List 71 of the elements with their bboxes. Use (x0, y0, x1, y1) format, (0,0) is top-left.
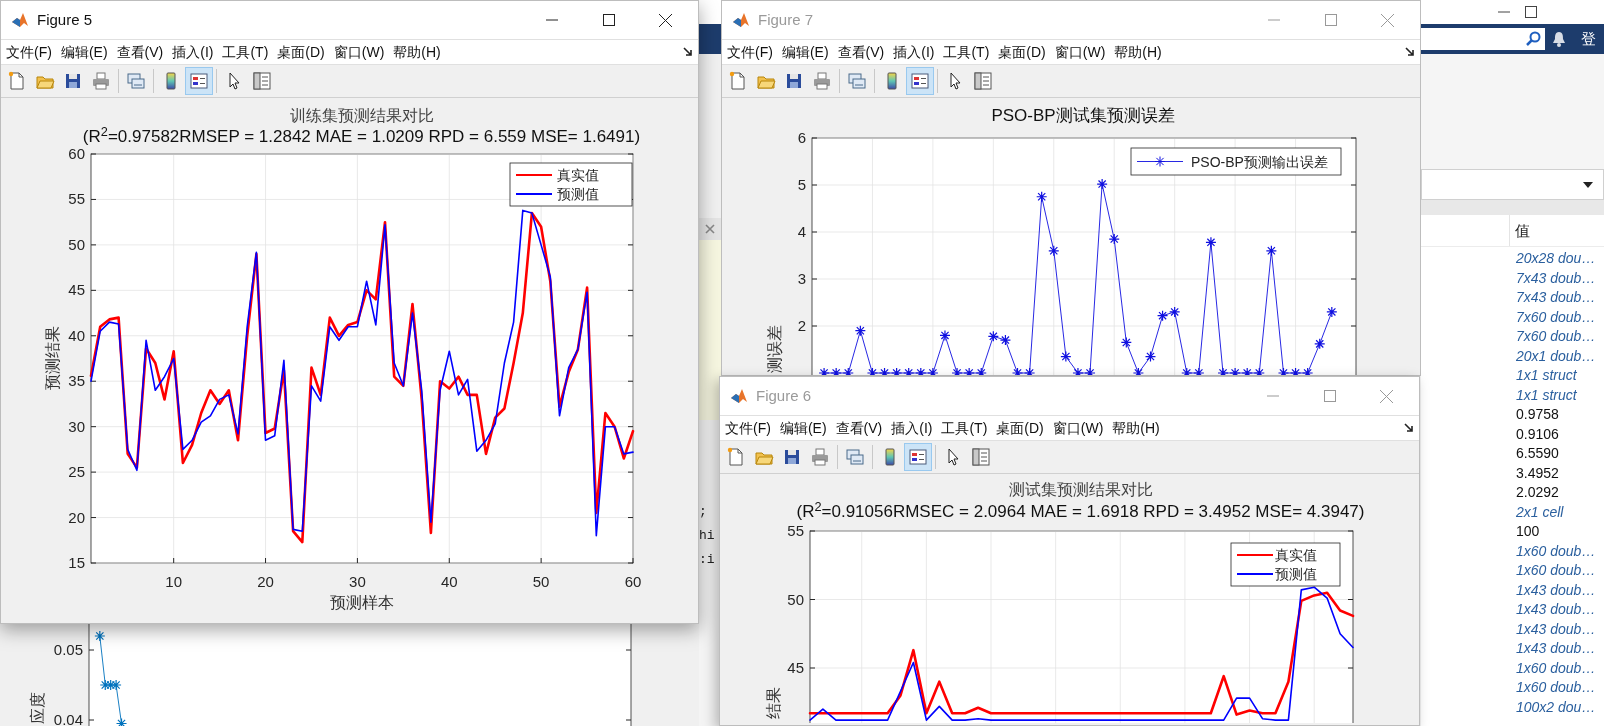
tick-label: 25 (68, 463, 85, 481)
variable-value: 0.9758 (1516, 406, 1559, 424)
variable-value: 6.5590 (1516, 445, 1559, 463)
variable-value: 1x60 doub… (1516, 562, 1596, 580)
chart-title: 测试集预测结果对比 (1007, 480, 1154, 500)
code-text: hi (699, 527, 716, 545)
chart-title: PSO-BP测试集预测误差 (990, 105, 1176, 127)
tick-label: 15 (68, 554, 85, 571)
legend-label: 预测值 (1275, 566, 1317, 582)
variable-value: 1x43 doub… (1516, 620, 1596, 638)
chart-subtitle: (R$^{2}$=0.97582RMSEP = 1.2842 MAE = 1.0209 RPD = 6.559 MSE= 1.6491) (81, 128, 642, 146)
variable-value: 1x60 doub… (1516, 659, 1596, 677)
axis-label: 预测结果 (44, 326, 61, 390)
tick-label: 35 (68, 372, 85, 390)
chart-title: 训练集预测结果对比 (288, 106, 435, 126)
tick-label: 0.04 (53, 711, 83, 726)
axis-label: 测误差 (766, 325, 783, 373)
tick-label: 5 (797, 176, 806, 193)
variable-value: 1x43 doub… (1516, 581, 1596, 599)
variable-value: 7x60 doub… (1516, 308, 1596, 326)
tick-label: 20 (68, 508, 85, 526)
variable-value: 100x2 dou… (1516, 698, 1596, 716)
variable-value: 2.0292 (1516, 484, 1559, 502)
tick-label: 40 (440, 573, 458, 590)
tick-label: 30 (68, 417, 85, 435)
variable-value: 1x1 struct (1516, 386, 1577, 404)
variable-value: 3.4952 (1516, 464, 1559, 482)
variable-value: 20x28 dou… (1516, 250, 1596, 268)
variable-value: 7x43 doub… (1516, 289, 1596, 307)
chart-subtitle: (R$^{2}$=0.91056RMSEC = 2.0964 MAE = 1.6918 RPD = 3.4952 MSE= 4.3947) (795, 501, 1366, 523)
variable-value: 100 (1516, 523, 1540, 541)
legend-label: PSO-BP预测输出误差 (1191, 153, 1328, 170)
variable-value: 20x1 doub… (1516, 347, 1596, 365)
tick-label: 60 (68, 146, 85, 162)
tick-label: 50 (532, 573, 550, 590)
variable-value: 1x43 doub… (1516, 601, 1596, 619)
legend-label: 真实值 (1275, 547, 1317, 563)
variable-value: 2x1 cell (1516, 503, 1564, 521)
window-title: Figure 6 (756, 385, 812, 406)
axis-label: 预测样本 (330, 594, 394, 611)
tick-label: 60 (624, 573, 642, 590)
tick-label: 50 (787, 590, 804, 608)
tick-label: 45 (68, 281, 85, 299)
tick-label: 45 (787, 659, 804, 676)
tick-label: 20 (257, 573, 274, 590)
tick-label: 10 (165, 573, 182, 590)
legend-label: 预测值 (557, 186, 599, 202)
tick-label: 50 (68, 235, 85, 253)
window-title: Figure 5 (37, 9, 93, 30)
tick-label: 6 (797, 129, 806, 146)
axis-label: 结果 (765, 687, 782, 719)
code-text: :i (699, 551, 716, 569)
tick-label: 55 (787, 523, 804, 539)
variable-value: 1x1 struct (1516, 367, 1577, 385)
variable-value: 7x43 doub… (1516, 269, 1596, 287)
variable-value: 1x43 doub… (1516, 640, 1596, 658)
tick-label: 55 (68, 190, 85, 208)
variable-value: 0.9106 (1516, 425, 1559, 443)
axis-label: 应度 (29, 692, 46, 724)
code-text: ; (699, 503, 708, 521)
tick-label: 40 (68, 326, 85, 344)
variable-value: 7x60 doub… (1516, 328, 1596, 346)
tick-label: 30 (349, 573, 366, 590)
tick-label: 3 (797, 270, 806, 287)
variable-value: 1x60 doub… (1516, 542, 1596, 560)
tick-label: 0.05 (53, 641, 83, 658)
tick-label: 2 (797, 317, 806, 334)
tick-label: 4 (797, 223, 806, 240)
variable-value: 1x60 doub… (1516, 679, 1596, 697)
legend-label: 真实值 (557, 167, 599, 183)
window-title: Figure 7 (758, 9, 814, 30)
